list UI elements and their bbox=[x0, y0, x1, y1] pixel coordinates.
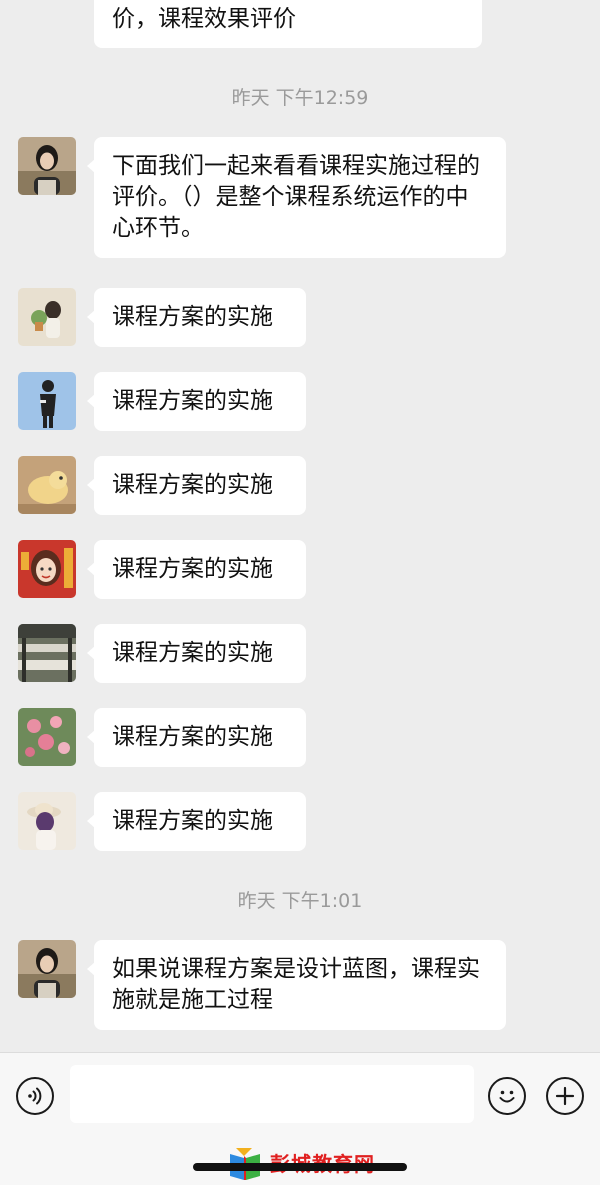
avatar[interactable] bbox=[18, 624, 76, 682]
avatar-portrait-woman bbox=[18, 137, 76, 195]
avatar[interactable] bbox=[18, 540, 76, 598]
message-bubble[interactable]: 课程方案的实施 bbox=[87, 456, 306, 515]
avatar-girl-with-hat bbox=[18, 792, 76, 850]
more-button[interactable] bbox=[546, 1077, 584, 1115]
avatar-building-photo bbox=[18, 624, 76, 682]
timestamp: 昨天 下午1:01 bbox=[237, 890, 363, 912]
message-text: 课程方案的实施 bbox=[112, 304, 273, 330]
avatar[interactable] bbox=[18, 708, 76, 766]
timestamp: 昨天 下午12:59 bbox=[231, 87, 369, 109]
avatar-pink-flowers bbox=[18, 708, 76, 766]
avatar-portrait-woman bbox=[18, 940, 76, 998]
message-input[interactable] bbox=[70, 1065, 474, 1123]
message-text: 课程方案的实施 bbox=[112, 556, 273, 582]
avatar[interactable] bbox=[18, 372, 76, 430]
avatar-yellow-dog bbox=[18, 456, 76, 514]
avatar[interactable] bbox=[18, 940, 76, 998]
message-bubble[interactable]: 如果说课程方案是设计蓝图，课程实施就是施工过程 bbox=[87, 940, 506, 1030]
emoji-icon bbox=[499, 1090, 515, 1103]
avatar-illustration-girl bbox=[18, 288, 76, 346]
message-text: 如果说课程方案是设计蓝图，课程实施就是施工过程 bbox=[112, 956, 480, 1013]
avatar-silhouette-person bbox=[18, 372, 76, 430]
message-text: 课程方案的实施 bbox=[112, 640, 273, 666]
message-bubble[interactable]: 课程方案的实施 bbox=[87, 288, 306, 347]
chat-area[interactable]: 价，课程效果评价 昨天 下午12:59 下面我们一起来看看课程实施过程的评价。（… bbox=[0, 0, 600, 1052]
message-bubble[interactable]: 价，课程效果评价 bbox=[94, 0, 482, 48]
avatar[interactable] bbox=[18, 288, 76, 346]
home-indicator bbox=[193, 1163, 407, 1171]
voice-icon bbox=[28, 1087, 42, 1105]
avatar[interactable] bbox=[18, 456, 76, 514]
message-bubble[interactable]: 课程方案的实施 bbox=[87, 540, 306, 599]
emoji-button[interactable] bbox=[488, 1077, 526, 1115]
avatar-cartoon-girl-red bbox=[18, 540, 76, 598]
message-text: 课程方案的实施 bbox=[112, 724, 273, 750]
message-text: 课程方案的实施 bbox=[112, 808, 273, 834]
message-text: 课程方案的实施 bbox=[112, 388, 273, 414]
message-bubble[interactable]: 课程方案的实施 bbox=[87, 708, 306, 767]
avatar[interactable] bbox=[18, 792, 76, 850]
avatar[interactable] bbox=[18, 137, 76, 195]
message-text: 价，课程效果评价 bbox=[112, 6, 296, 32]
message-bubble[interactable]: 课程方案的实施 bbox=[87, 792, 306, 851]
message-bubble[interactable]: 课程方案的实施 bbox=[87, 624, 306, 683]
message-bubble[interactable]: 课程方案的实施 bbox=[87, 372, 306, 431]
message-text: 下面我们一起来看看课程实施过程的评价。（）是整个课程系统运作的中心环节。 bbox=[112, 153, 480, 241]
voice-button[interactable] bbox=[16, 1077, 54, 1115]
plus-icon bbox=[555, 1086, 575, 1106]
message-bubble[interactable]: 下面我们一起来看看课程实施过程的评价。（）是整个课程系统运作的中心环节。 bbox=[87, 137, 506, 258]
message-text: 课程方案的实施 bbox=[112, 472, 273, 498]
